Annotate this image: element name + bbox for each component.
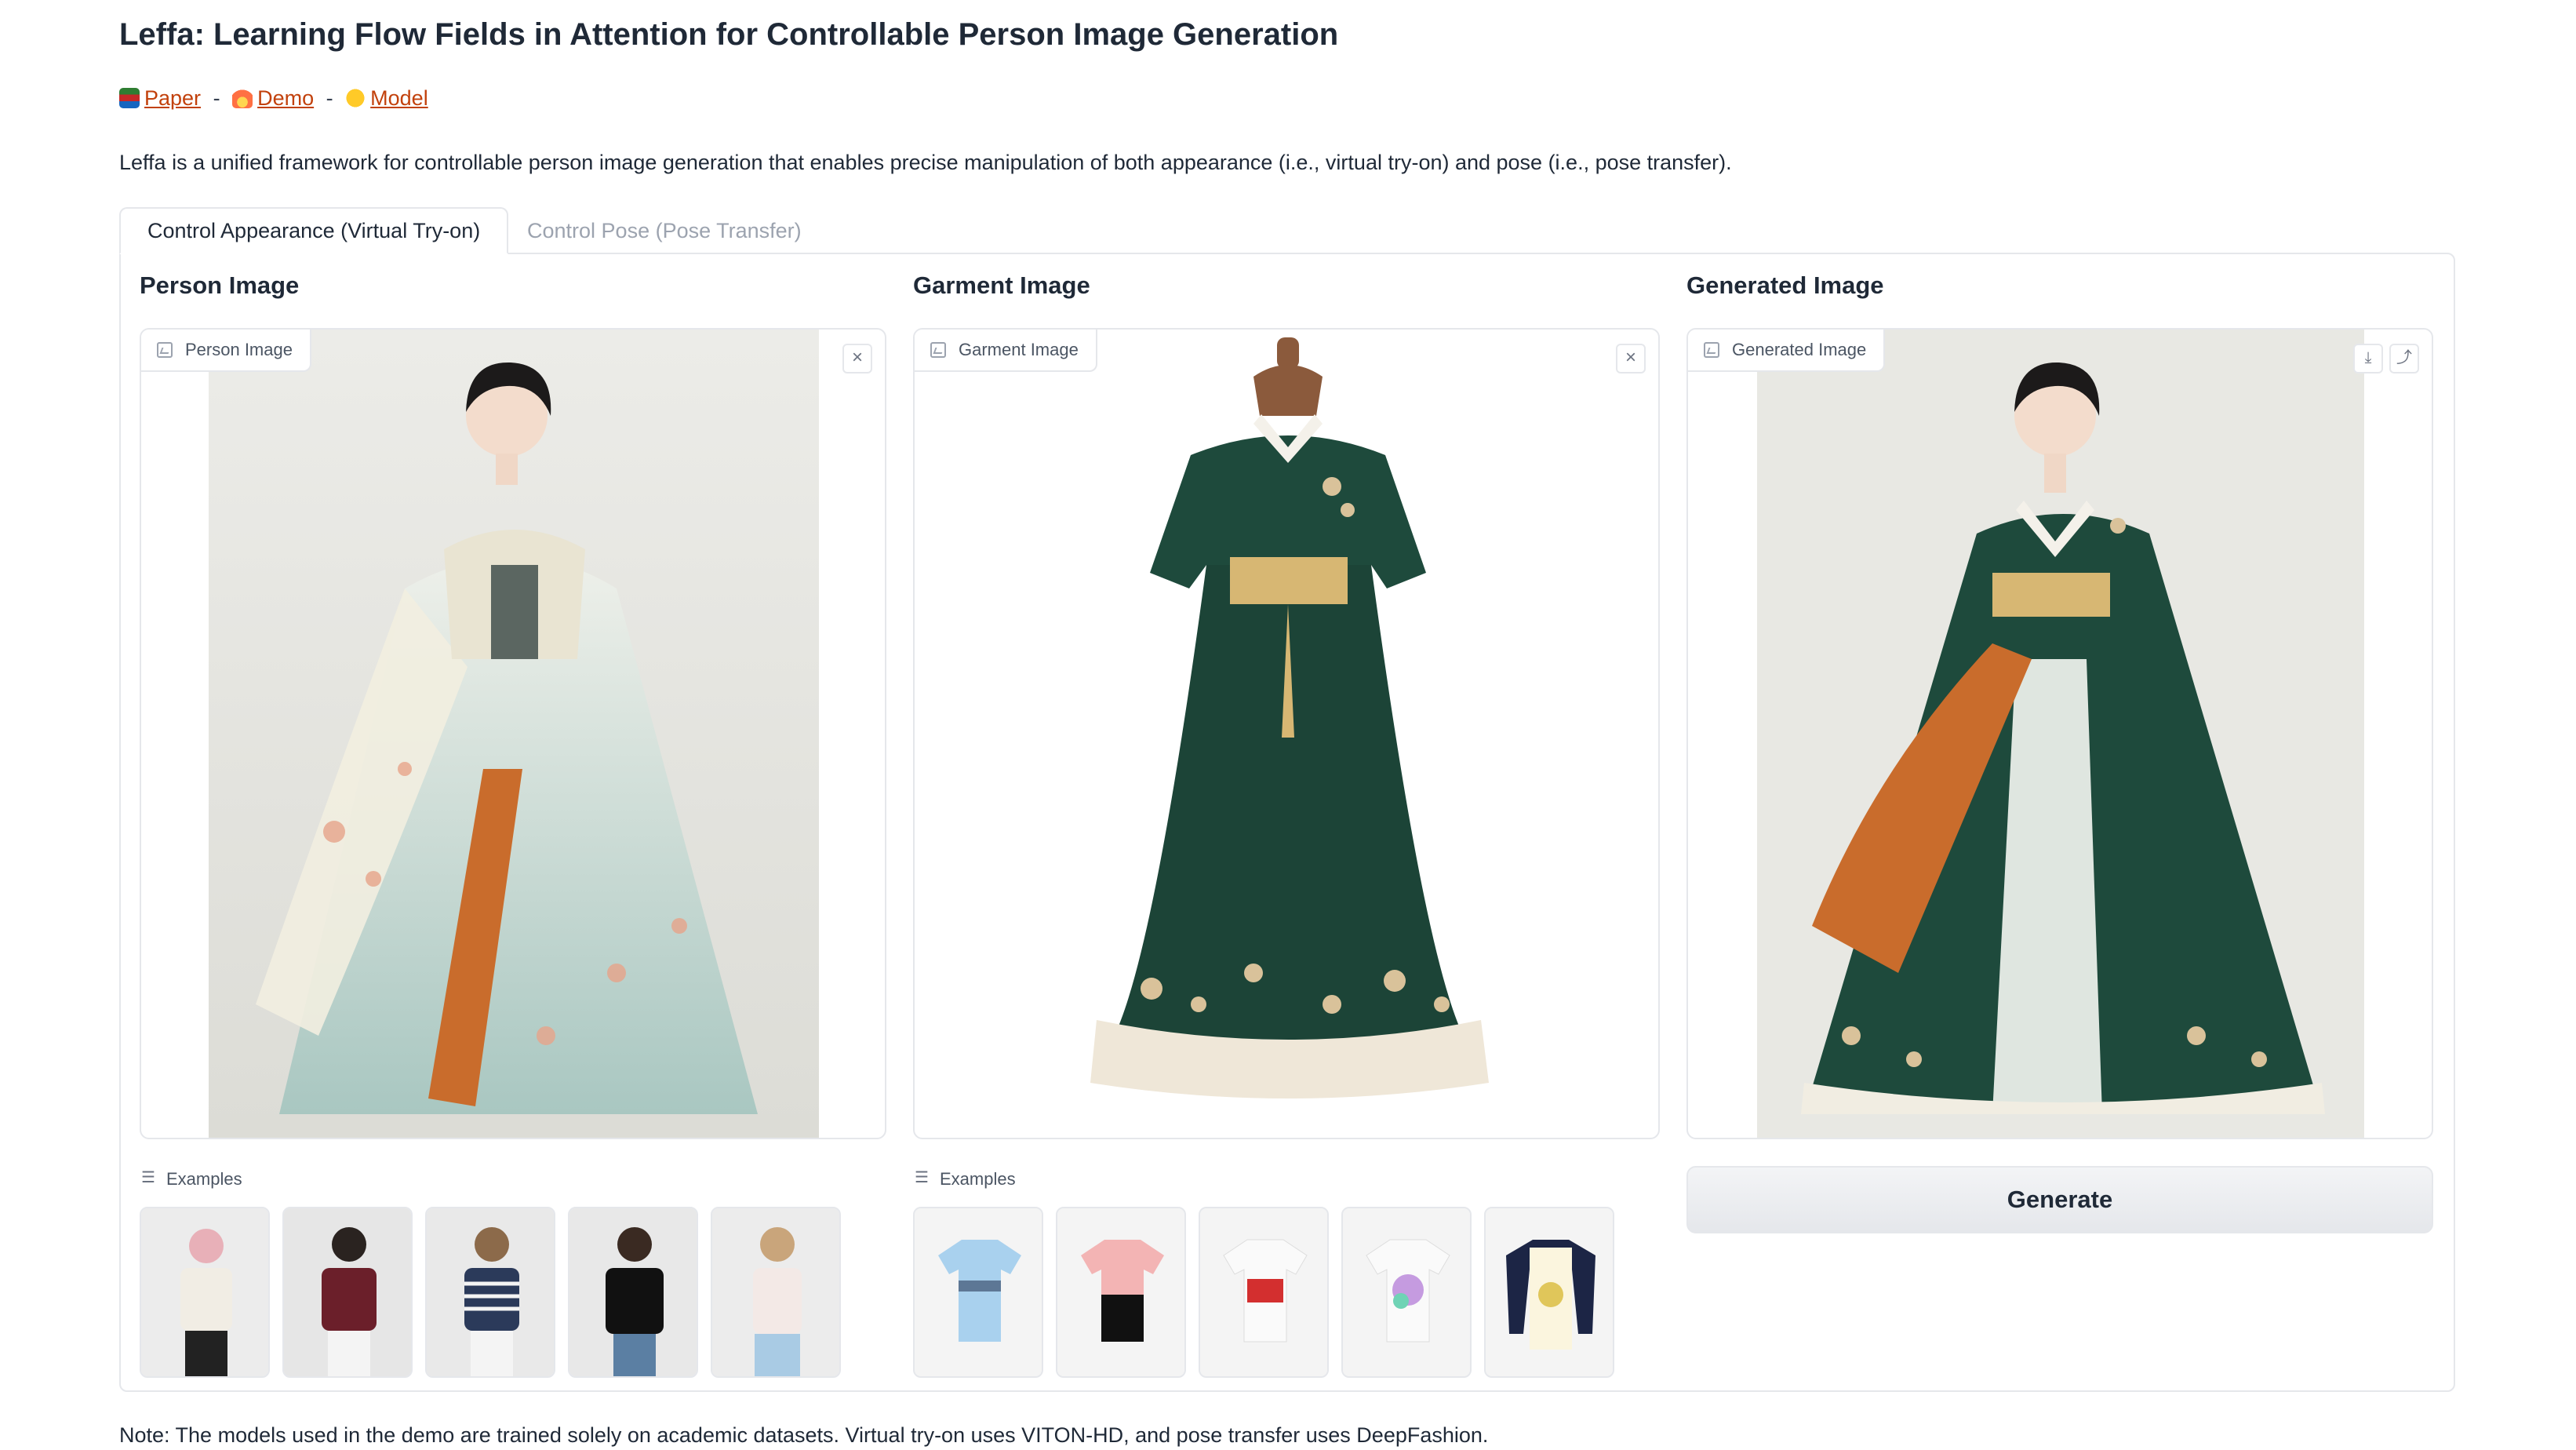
person-example-thumbnail[interactable] <box>711 1207 841 1378</box>
generated-image-label-text: Generated Image <box>1732 340 1867 359</box>
person-image-label: Person Image <box>141 330 311 372</box>
generated-image-output: Generated Image ⤓ ⤴ <box>1686 328 2433 1139</box>
image-icon <box>930 342 946 358</box>
generate-button[interactable]: Generate <box>1686 1166 2433 1233</box>
generated-photo <box>1757 330 2364 1138</box>
demo-link[interactable]: Demo <box>257 86 314 110</box>
person-image-label-text: Person Image <box>185 340 293 359</box>
garment-example-thumbnail[interactable] <box>1484 1207 1614 1378</box>
paper-link[interactable]: Paper <box>144 86 201 110</box>
garment-image-upload[interactable]: Garment Image × <box>913 328 1660 1139</box>
hugging-face-icon <box>345 88 366 108</box>
generated-image-title: Generated Image <box>1686 271 1884 299</box>
person-example-thumbnail[interactable] <box>568 1207 698 1378</box>
garment-example-thumbnail[interactable] <box>913 1207 1043 1378</box>
books-icon <box>119 88 140 108</box>
garment-photo <box>1018 330 1558 1138</box>
garment-image-label-text: Garment Image <box>959 340 1079 359</box>
person-image-upload[interactable]: Person Image × <box>140 328 886 1139</box>
image-icon <box>157 342 173 358</box>
person-example-thumbnail[interactable] <box>282 1207 413 1378</box>
description: Leffa is a unified framework for control… <box>119 151 1732 174</box>
download-icon[interactable]: ⤓ <box>2353 344 2383 373</box>
garment-example-thumbnail[interactable] <box>1341 1207 1472 1378</box>
link-separator: - <box>326 86 333 110</box>
person-examples-label: Examples <box>141 1168 242 1190</box>
garment-image-title: Garment Image <box>913 271 1090 299</box>
person-example-thumbnail[interactable] <box>140 1207 270 1378</box>
person-image-title: Person Image <box>140 271 300 299</box>
share-icon[interactable]: ⤴ <box>2389 344 2419 373</box>
image-icon <box>1704 342 1719 358</box>
generated-image-label: Generated Image <box>1688 330 1886 372</box>
garment-image-label: Garment Image <box>915 330 1097 372</box>
footer-note: Note: The models used in the demo are tr… <box>119 1423 1489 1447</box>
garment-example-thumbnail[interactable] <box>1199 1207 1329 1378</box>
tab-control-appearance[interactable]: Control Appearance (Virtual Try-on) <box>119 207 509 254</box>
fire-icon <box>232 88 253 108</box>
garment-example-thumbnail[interactable] <box>1056 1207 1186 1378</box>
clear-icon[interactable]: × <box>842 344 872 373</box>
model-link[interactable]: Model <box>370 86 428 110</box>
clear-icon[interactable]: × <box>1616 344 1646 373</box>
header-links: Paper - Demo - Model <box>119 86 428 111</box>
tab-control-pose[interactable]: Control Pose (Pose Transfer) <box>500 207 828 254</box>
page-title: Leffa: Learning Flow Fields in Attention… <box>119 17 1339 52</box>
garment-examples-label: Examples <box>915 1168 1016 1190</box>
link-separator: - <box>213 86 220 110</box>
person-example-thumbnail[interactable] <box>425 1207 555 1378</box>
person-photo <box>209 330 819 1138</box>
